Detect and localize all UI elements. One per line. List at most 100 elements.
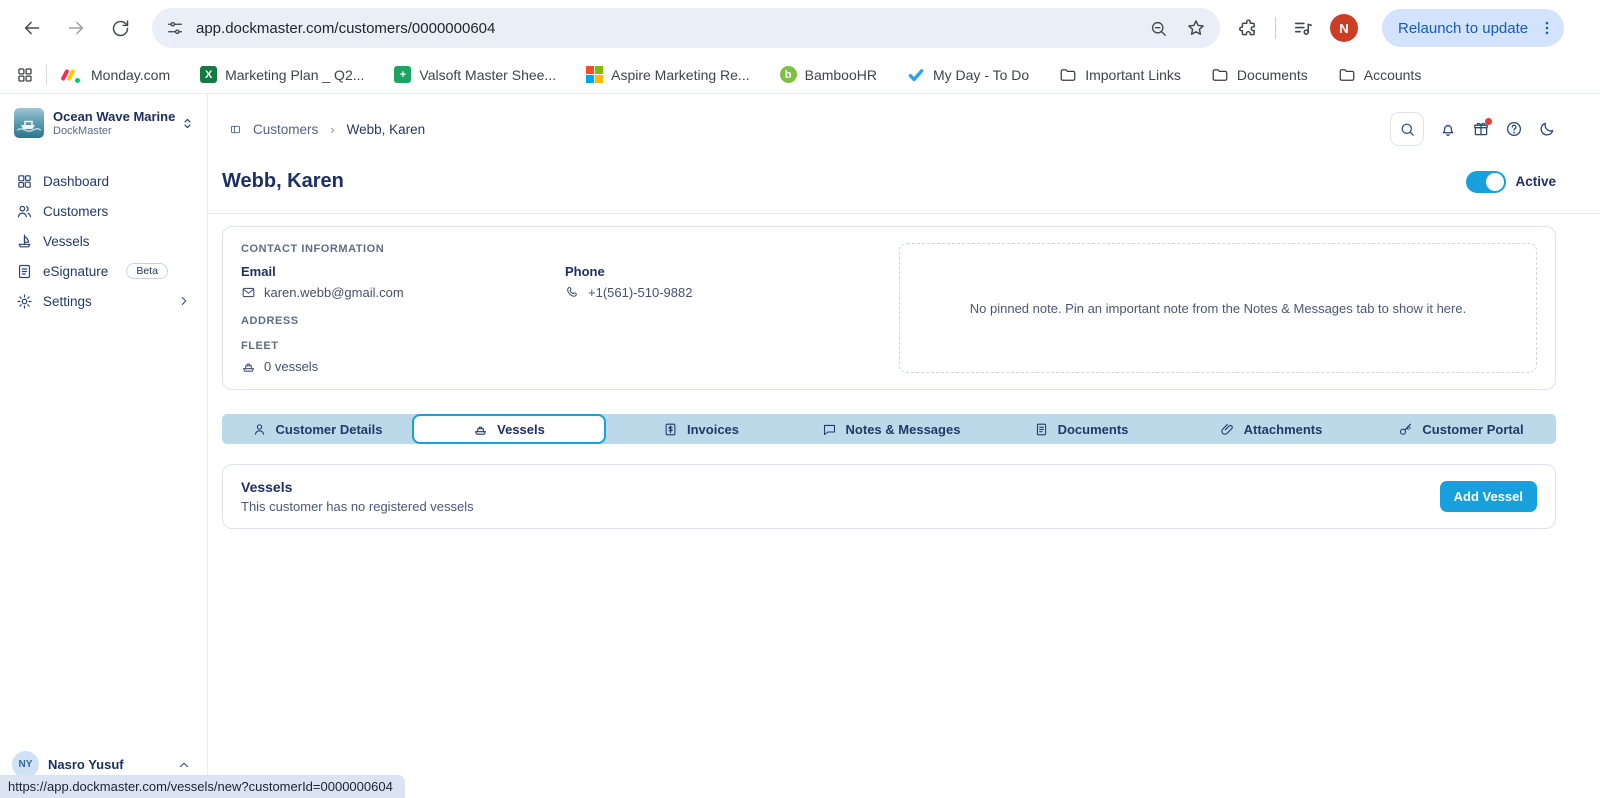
bookmark-aspire[interactable]: Aspire Marketing Re... [586,66,750,83]
org-switcher[interactable]: Ocean Wave Marine DockMaster [0,94,207,148]
monday-logo-icon [63,66,83,83]
active-toggle[interactable] [1466,171,1506,193]
document-icon [1034,422,1049,437]
browser-toolbar: app.dockmaster.com/customers/0000000604 … [0,0,1600,56]
browser-profile-avatar[interactable]: N [1330,14,1358,42]
apps-grid-icon[interactable] [16,66,34,84]
check-logo-icon [907,66,925,84]
bookmark-important-links[interactable]: Important Links [1059,66,1181,84]
boat-icon [473,422,488,437]
toolbar-divider [1275,17,1276,39]
toolbar-right: N Relaunch to update [1238,9,1564,47]
pinned-note-placeholder: No pinned note. Pin an important note fr… [899,243,1537,373]
url-bar[interactable]: app.dockmaster.com/customers/0000000604 [152,8,1220,48]
person-icon [252,422,267,437]
gear-icon [16,293,33,310]
invoice-icon [663,422,678,437]
vessels-title: Vessels [241,479,474,495]
bookmark-my-day[interactable]: My Day - To Do [907,66,1029,84]
sidebar-toggle-icon[interactable] [222,120,241,139]
tab-documents[interactable]: Documents [986,414,1176,444]
extensions-icon[interactable] [1238,18,1259,39]
bookmark-bamboohr[interactable]: b BambooHR [780,66,877,83]
forward-button[interactable] [59,11,93,45]
sidebar-item-settings[interactable]: Settings [0,286,207,316]
zoom-icon[interactable] [1149,19,1168,38]
bookmarks-bar: Monday.com X Marketing Plan _ Q2... + Va… [0,56,1600,93]
sidebar: Ocean Wave Marine DockMaster Dashboard C… [0,94,208,798]
breadcrumb-current: Webb, Karen [347,122,426,137]
breadcrumb: Customers › Webb, Karen [222,112,1556,146]
page-content: CONTACT INFORMATION Email karen.webb@gma… [208,214,1600,529]
bookmark-accounts[interactable]: Accounts [1338,66,1422,84]
whats-new-button[interactable] [1472,120,1490,138]
tab-customer-portal[interactable]: Customer Portal [1366,414,1556,444]
sidebar-item-label: Dashboard [43,174,109,189]
sidebar-item-esignature[interactable]: eSignature Beta [0,256,207,286]
sidebar-item-label: Settings [43,294,92,309]
tab-customer-details[interactable]: Customer Details [222,414,412,444]
search-icon [1399,121,1416,138]
back-button[interactable] [15,11,49,45]
boat-icon [241,359,256,374]
chevron-up-icon [177,758,191,772]
sidebar-item-vessels[interactable]: Vessels [0,226,207,256]
active-status: Active [1466,171,1556,193]
sidebar-nav: Dashboard Customers Vessels eSignature B… [0,166,207,316]
vessels-card: Vessels This customer has no registered … [222,464,1556,529]
browser-menu-icon[interactable] [1538,19,1556,37]
email-block: Email karen.webb@gmail.com [241,255,565,300]
bookmark-documents[interactable]: Documents [1211,66,1308,84]
mail-icon [241,285,256,300]
email-value[interactable]: karen.webb@gmail.com [264,285,404,300]
bookmark-marketing-plan[interactable]: X Marketing Plan _ Q2... [200,66,364,83]
media-controls-icon[interactable] [1292,17,1314,39]
email-label: Email [241,264,565,279]
help-button[interactable] [1505,120,1523,138]
url-text[interactable]: app.dockmaster.com/customers/0000000604 [196,20,1131,37]
phone-icon [565,285,580,300]
add-vessel-button[interactable]: Add Vessel [1440,481,1537,512]
sheets-logo-icon: + [394,66,411,83]
arrow-left-icon [21,17,43,39]
user-name: Nasro Yusuf [48,757,124,772]
document-icon [16,263,33,280]
phone-value[interactable]: +1(561)-510-9882 [588,285,692,300]
dark-mode-button[interactable] [1538,120,1556,138]
bookmark-valsoft-sheet[interactable]: + Valsoft Master Shee... [394,66,556,83]
search-button[interactable] [1390,112,1424,146]
folder-icon [1338,66,1356,84]
vessels-empty-message: This customer has no registered vessels [241,499,474,514]
arrow-right-icon [65,17,87,39]
sidebar-item-dashboard[interactable]: Dashboard [0,166,207,196]
main-area: Customers › Webb, Karen [208,94,1600,798]
contact-info-card: CONTACT INFORMATION Email karen.webb@gma… [222,226,1556,390]
chevrons-up-down-icon [180,116,195,131]
user-avatar: NY [12,751,39,778]
breadcrumb-customers[interactable]: Customers [253,122,318,137]
link-preview-statusbar: https://app.dockmaster.com/vessels/new?c… [0,775,405,798]
browser-chrome: app.dockmaster.com/customers/0000000604 … [0,0,1600,94]
tab-notes-messages[interactable]: Notes & Messages [796,414,986,444]
sidebar-item-label: Vessels [43,234,90,249]
folder-icon [1059,66,1077,84]
site-info-icon[interactable] [166,19,184,37]
tab-invoices[interactable]: Invoices [606,414,796,444]
fleet-value: 0 vessels [264,359,318,374]
bookmark-monday[interactable]: Monday.com [63,66,170,83]
tab-vessels[interactable]: Vessels [412,414,606,444]
sidebar-item-customers[interactable]: Customers [0,196,207,226]
notifications-button[interactable] [1439,120,1457,138]
header-actions [1390,112,1556,146]
org-product: DockMaster [53,125,171,137]
page-title: Webb, Karen [222,170,344,193]
active-label: Active [1515,174,1556,189]
bookmark-star-icon[interactable] [1186,18,1206,38]
bamboohr-logo-icon: b [780,66,797,83]
sidebar-item-label: Customers [43,204,108,219]
chevron-right-icon [177,294,191,308]
relaunch-label: Relaunch to update [1398,20,1528,37]
relaunch-button[interactable]: Relaunch to update [1382,9,1564,47]
tab-attachments[interactable]: Attachments [1176,414,1366,444]
reload-button[interactable] [103,11,137,45]
